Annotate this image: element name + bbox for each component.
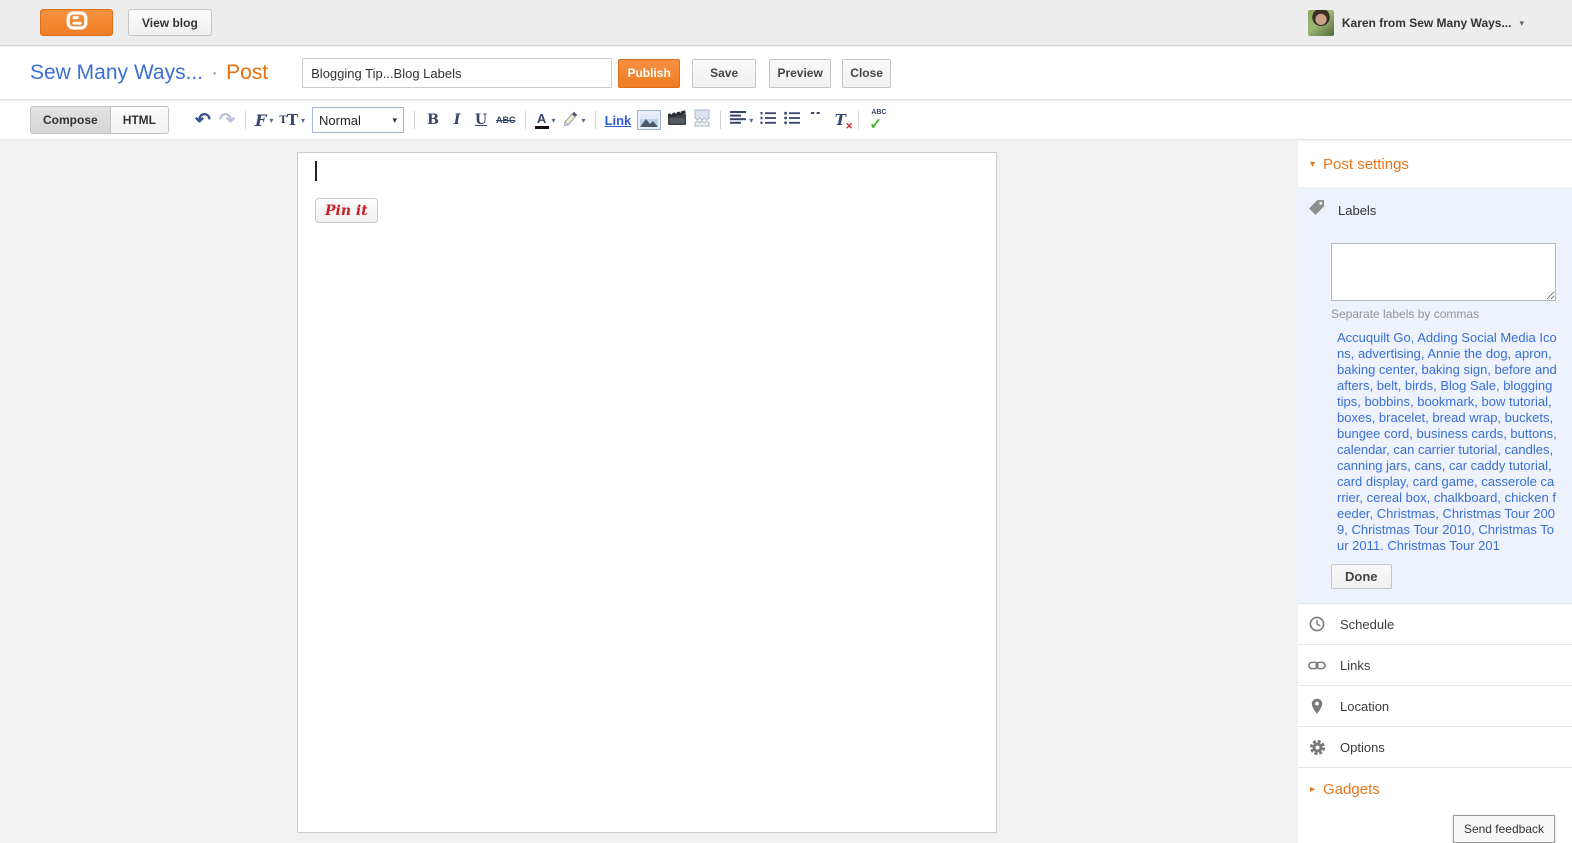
font-icon: F <box>255 110 267 130</box>
toolbar-separator <box>245 111 247 129</box>
spellcheck-icon: ABC ✓ <box>869 109 887 133</box>
bullet-list-button[interactable] <box>780 107 804 133</box>
chevron-down-icon: ▾ <box>581 115 586 125</box>
clock-icon <box>1308 616 1326 632</box>
font-family-button[interactable]: F ▾ <box>252 107 276 133</box>
sidebar-item-location[interactable]: Location <box>1298 686 1572 727</box>
preview-button[interactable]: Preview <box>769 58 832 88</box>
underline-button[interactable]: U <box>469 107 493 133</box>
send-feedback-button[interactable]: Send feedback <box>1452 815 1555 843</box>
chevron-down-icon: ▾ <box>269 115 274 125</box>
font-size-button[interactable]: TT ▾ <box>276 107 308 133</box>
image-icon <box>637 110 662 130</box>
align-left-icon <box>730 111 747 129</box>
text-color-button[interactable]: A ▾ <box>532 107 559 133</box>
alignment-button[interactable]: ▾ <box>727 107 756 133</box>
remove-formatting-button[interactable]: T ✕ <box>828 107 853 133</box>
post-settings-header[interactable]: ▾ Post settings <box>1298 141 1572 187</box>
separator-dot: · <box>211 61 219 84</box>
sidebar-item-options[interactable]: Options <box>1298 727 1572 768</box>
close-button[interactable]: Close <box>842 58 892 88</box>
paragraph-format-select[interactable]: Normal ▾ <box>312 107 405 133</box>
chevron-down-icon: ▾ <box>392 114 398 125</box>
toolbar-separator <box>720 111 722 129</box>
blog-name-link[interactable]: Sew Many Ways... <box>30 61 203 85</box>
labels-panel: Labels Separate labels by commas Accuqui… <box>1298 187 1572 604</box>
insert-link-button[interactable]: Link <box>602 107 635 133</box>
undo-icon: ↶ <box>195 109 211 131</box>
html-tab[interactable]: HTML <box>110 106 170 134</box>
toolbar-separator <box>594 111 596 129</box>
insert-image-button[interactable] <box>634 107 664 133</box>
remove-formatting-icon: T ✕ <box>834 111 853 131</box>
text-cursor <box>315 161 317 181</box>
sidebar-item-gadgets[interactable]: ▸ Gadgets <box>1298 768 1572 811</box>
post-body-editor[interactable]: Pin it <box>297 152 997 833</box>
labels-done-button[interactable]: Done <box>1331 564 1392 589</box>
italic-button[interactable]: I <box>445 107 469 133</box>
pin-it-button[interactable]: Pin it <box>315 198 378 223</box>
blogger-logo-button[interactable] <box>40 9 113 36</box>
publish-button[interactable]: Publish <box>618 58 681 88</box>
post-title-input[interactable] <box>302 58 613 88</box>
background-color-button[interactable]: ▾ <box>559 107 589 133</box>
avatar <box>1307 10 1334 36</box>
top-bar: View blog Karen from Sew Many Ways... ▾ <box>0 0 1572 46</box>
quote-icon: “ <box>809 112 824 128</box>
numbered-list-button[interactable] <box>756 107 780 133</box>
insert-video-button[interactable] <box>664 107 690 133</box>
blockquote-button[interactable]: “ <box>804 107 828 133</box>
gear-icon <box>1308 739 1326 756</box>
tag-icon <box>1308 199 1325 221</box>
toolbar-separator <box>414 111 416 129</box>
save-button[interactable]: Save <box>692 58 757 88</box>
location-pin-icon <box>1308 698 1326 715</box>
labels-section-header[interactable]: Labels <box>1308 199 1558 221</box>
redo-icon: ↷ <box>219 109 235 131</box>
chevron-down-icon: ▾ <box>749 115 754 125</box>
labels-hint: Separate labels by commas <box>1331 307 1480 321</box>
redo-button[interactable]: ↷ <box>215 107 239 133</box>
strikethrough-button[interactable]: ABC <box>493 107 519 133</box>
page-break-icon <box>693 109 711 132</box>
sidebar-item-links[interactable]: Links <box>1298 645 1572 686</box>
triangle-down-icon: ▾ <box>1310 158 1316 170</box>
sidebar-item-schedule[interactable]: Schedule <box>1298 604 1572 645</box>
labels-input[interactable] <box>1331 243 1556 301</box>
editor-toolbar: Compose HTML ↶ ↷ F ▾ TT ▾ Normal ▾ B I U… <box>0 101 1572 140</box>
chevron-down-icon: ▾ <box>1519 17 1524 28</box>
insert-jump-break-button[interactable] <box>690 107 714 133</box>
link-chain-icon <box>1308 660 1326 671</box>
view-blog-button[interactable]: View blog <box>128 9 212 36</box>
highlighter-icon <box>562 110 579 131</box>
user-menu[interactable]: Karen from Sew Many Ways... ▾ <box>1307 0 1524 46</box>
chevron-down-icon: ▾ <box>551 115 556 125</box>
blogger-post-editor: View blog Karen from Sew Many Ways... ▾ … <box>0 0 1572 843</box>
post-settings-sidebar: ▾ Post settings Labels Separate labels b… <box>1298 141 1572 843</box>
undo-button[interactable]: ↶ <box>191 107 215 133</box>
page-type-label: Post <box>226 61 269 84</box>
font-size-icon: T <box>279 114 287 126</box>
toolbar-separator <box>524 111 526 129</box>
spellcheck-button[interactable]: ABC ✓ <box>865 107 893 133</box>
compose-tab[interactable]: Compose <box>30 106 111 134</box>
user-name: Karen from Sew Many Ways... <box>1341 16 1512 30</box>
bold-button[interactable]: B <box>421 107 445 133</box>
text-color-icon: A <box>534 112 549 129</box>
content-area: Pin it <box>0 141 1298 843</box>
toolbar-separator <box>858 111 860 129</box>
blogger-logo-icon <box>66 10 88 35</box>
post-header: Sew Many Ways... · Post Publish Save Pre… <box>0 47 1572 100</box>
film-clapper-icon <box>667 109 687 131</box>
numbered-list-icon <box>760 111 777 130</box>
mode-switch: Compose HTML <box>30 106 170 134</box>
triangle-right-icon: ▸ <box>1310 784 1316 795</box>
labels-link-list[interactable]: Accuquilt Go, Adding Social Media Icons,… <box>1337 330 1558 553</box>
bullet-list-icon <box>784 111 801 130</box>
chevron-down-icon: ▾ <box>301 115 306 125</box>
